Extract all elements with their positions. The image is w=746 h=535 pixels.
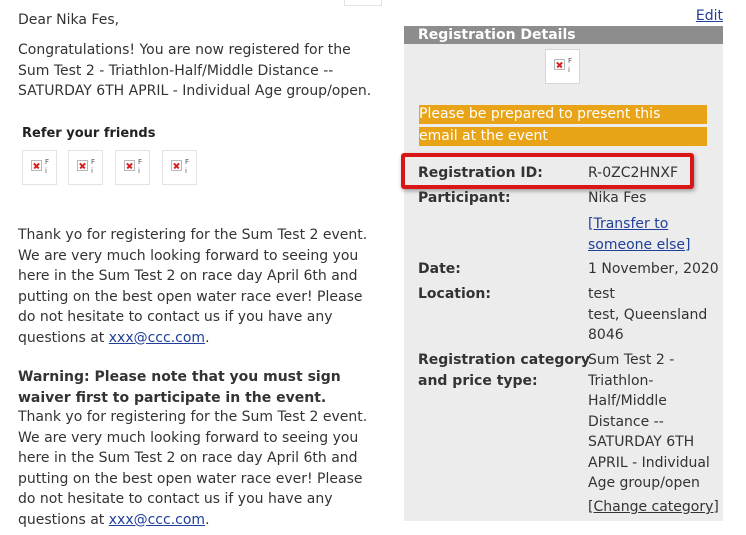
location-label: Location: [418,286,491,302]
thanks-line: We are very much looking forward to seei… [18,247,359,264]
questions-prefix: questions at [18,329,109,346]
questions-prefix: questions at [18,511,109,528]
participant-label: Participant: [418,190,511,206]
thanks-line: putting on the best open water race ever… [18,288,363,305]
greeting: Dear Nika Fes, [18,12,120,28]
event-logo-placeholder: Fi [545,49,580,84]
category-label: Registration category and price type: [418,352,591,389]
thanks-line: here in the Sum Test 2 on race day April… [18,268,358,284]
thanks-line: do not hesitate to contact us if you hav… [18,309,333,325]
notice-banner-line: Please be prepared to present this [419,105,707,124]
notice-banner-line: email at the event [419,127,707,146]
contact-email-link[interactable]: xxx@ccc.com [109,512,205,528]
transfer-link[interactable]: [Transfer to someone else] [588,214,690,255]
broken-image-icon [171,160,182,171]
thanks-line: do not hesitate to contact us if you hav… [18,491,333,507]
congrats-line: Sum Test 2 - Triathlon-Half/Middle Dista… [18,62,334,79]
thanks-line: We are very much looking forward to seei… [18,429,359,446]
congrats-text: Congratulations! You are now registered … [18,40,371,102]
congrats-line: SATURDAY 6TH APRIL - Individual Age grou… [18,83,372,99]
edit-link[interactable]: Edit [696,8,723,24]
contact-email-link[interactable]: xxx@ccc.com [109,330,205,346]
panel-header: Registration Details [404,26,723,44]
category-value: Sum Test 2 - Triathlon- Half/Middle Dist… [588,352,710,491]
registration-id-highlight [401,153,694,189]
refer-friends-title: Refer your friends [22,126,156,141]
thanks-line: putting on the best open water race ever… [18,470,363,487]
broken-image-icon [124,160,135,171]
questions-line: questions at xxx@ccc.com. [18,510,367,531]
date-label: Date: [418,261,461,277]
warning-line: waiver first to participate in the event… [18,389,327,406]
top-image-placeholder [344,0,382,6]
questions-suffix: . [205,511,210,528]
questions-suffix: . [205,329,210,346]
broken-image-icon [77,160,88,171]
thanks-line: here in the Sum Test 2 on race day April… [18,450,358,466]
panel-title: Registration Details [418,27,576,43]
congrats-line: Congratulations! You are now registered … [18,42,351,58]
thanks-line: Thank yo for registering for the Sum Tes… [18,409,368,425]
date-value: 1 November, 2020 [588,261,719,277]
share-facebook-icon[interactable]: Fi [22,150,57,185]
location-value: test test, Queensland 8046 [588,286,708,343]
questions-line: questions at xxx@ccc.com. [18,328,367,349]
change-category-link[interactable]: [Change category] [588,497,719,518]
warning-line: Warning: Please note that you must sign [18,369,341,385]
broken-image-icon [554,59,565,70]
share-twitter-icon[interactable]: Fi [68,150,103,185]
warning-text: Warning: Please note that you must sign … [18,367,341,408]
thanks-text-2: Thank yo for registering for the Sum Tes… [18,407,367,530]
thanks-text: Thank yo for registering for the Sum Tes… [18,225,367,348]
participant-value: Nika Fes [588,190,647,206]
share-link-icon[interactable]: Fi [162,150,197,185]
share-email-icon[interactable]: Fi [115,150,150,185]
thanks-line: Thank yo for registering for the Sum Tes… [18,227,368,243]
broken-image-icon [31,160,42,171]
